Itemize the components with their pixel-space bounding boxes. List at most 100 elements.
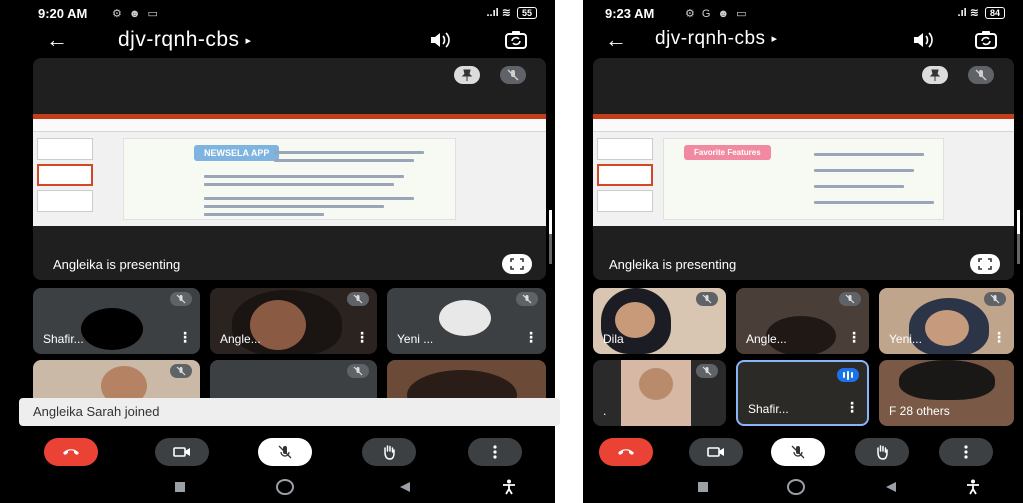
presentation-stage[interactable]: NEWSELA APP Angleika is presenting xyxy=(33,58,546,280)
slide-thumbnail xyxy=(37,190,93,212)
shared-slide: NEWSELA APP xyxy=(33,114,546,226)
participant-name: Angle... xyxy=(220,332,261,346)
ribbon-titlebar xyxy=(33,114,546,119)
scrollbar-thumb[interactable] xyxy=(549,210,552,234)
call-controls xyxy=(583,436,1023,468)
camera-icon[interactable] xyxy=(689,438,743,466)
slide-thumbnails xyxy=(597,138,657,222)
phone-screen-left: 9:20 AM ⚙ ☻ ▭ ..ıl ≋ 55 ← djv-rqnh-cbs ▸ xyxy=(0,0,555,503)
status-time: 9:20 AM xyxy=(38,6,88,21)
slide-canvas: Favorite Features xyxy=(663,138,944,220)
accessibility-icon[interactable] xyxy=(502,479,516,495)
raise-hand-icon[interactable] xyxy=(362,438,416,466)
slide-thumbnail xyxy=(597,138,653,160)
speaker-icon[interactable] xyxy=(911,30,935,50)
mic-off-icon xyxy=(347,364,369,378)
mic-off-icon[interactable] xyxy=(771,438,825,466)
image-divider xyxy=(555,0,583,503)
mic-off-icon xyxy=(984,292,1006,306)
home-icon[interactable] xyxy=(276,479,294,495)
slide-text-line xyxy=(204,213,324,216)
mic-off-icon xyxy=(696,364,718,378)
slide-title: NEWSELA APP xyxy=(194,145,280,161)
more-icon[interactable] xyxy=(468,438,522,466)
participant-name: Shafir... xyxy=(43,332,84,346)
slide-title: Favorite Features xyxy=(684,145,771,160)
slide-thumbnail-selected xyxy=(37,164,93,186)
raise-hand-icon[interactable] xyxy=(855,438,909,466)
slide-text-line xyxy=(814,153,924,156)
meeting-code-text: djv-rqnh-cbs xyxy=(118,28,240,51)
slide-text-line xyxy=(204,205,384,208)
menu-dots-icon[interactable]: ⋮ xyxy=(847,330,861,344)
slide-thumbnails xyxy=(37,138,97,222)
home-icon[interactable] xyxy=(787,479,805,495)
participant-tile[interactable]: Angle... ⋮ xyxy=(736,288,869,354)
mic-off-icon xyxy=(170,292,192,306)
phone-screen-right: 9:23 AM ⚙ G ☻ ▭ .ıl ≋ 84 ← djv-rqnh-cbs ▸ xyxy=(583,0,1023,503)
recents-icon[interactable] xyxy=(697,481,709,493)
notification-icons: ⚙ G ☻ ▭ xyxy=(685,8,749,20)
signal-icon: ..ıl ≋ xyxy=(486,7,511,19)
back-arrow-icon[interactable]: ← xyxy=(605,28,627,52)
mic-off-icon xyxy=(170,364,192,378)
mic-off-icon xyxy=(500,66,526,84)
camera-switch-icon[interactable] xyxy=(503,28,529,52)
avatar xyxy=(81,308,143,350)
speaker-icon[interactable] xyxy=(428,30,452,50)
recents-icon[interactable] xyxy=(174,481,186,493)
speaking-indicator-icon xyxy=(837,368,859,382)
back-icon[interactable] xyxy=(399,481,411,493)
participant-tile[interactable]: . xyxy=(593,360,726,426)
menu-dots-icon[interactable]: ⋮ xyxy=(178,330,192,344)
participant-tile[interactable]: Yeni ... ⋮ xyxy=(387,288,546,354)
more-icon[interactable] xyxy=(939,438,993,466)
slide-text-line xyxy=(274,151,424,154)
participant-name: Yeni ... xyxy=(397,332,434,346)
scrollbar-thumb[interactable] xyxy=(1017,210,1020,234)
meeting-top-bar: ← djv-rqnh-cbs ▸ xyxy=(0,26,555,56)
slide-text-line xyxy=(814,201,934,204)
camera-switch-icon[interactable] xyxy=(973,28,999,52)
mic-off-icon xyxy=(516,292,538,306)
participant-tile-speaking[interactable]: Shafir... ⋮ xyxy=(736,360,869,426)
mic-off-icon xyxy=(968,66,994,84)
participant-tile[interactable]: Shafir... ⋮ xyxy=(33,288,200,354)
accessibility-icon[interactable] xyxy=(966,479,980,495)
pin-icon[interactable] xyxy=(922,66,948,84)
slide-canvas: NEWSELA APP xyxy=(123,138,456,220)
slide-thumbnail xyxy=(37,138,93,160)
participant-tile[interactable]: Yeni... ⋮ xyxy=(879,288,1014,354)
video-face xyxy=(639,368,673,400)
camera-icon[interactable] xyxy=(155,438,209,466)
caret-right-icon: ▸ xyxy=(771,33,778,46)
end-call-icon[interactable] xyxy=(599,438,653,466)
menu-dots-icon[interactable]: ⋮ xyxy=(845,400,859,414)
meeting-code-text: djv-rqnh-cbs xyxy=(655,28,766,49)
fullscreen-icon[interactable] xyxy=(970,254,1000,274)
fullscreen-icon[interactable] xyxy=(502,254,532,274)
ribbon-titlebar xyxy=(593,114,1014,119)
meeting-code[interactable]: djv-rqnh-cbs ▸ xyxy=(118,28,252,52)
avatar xyxy=(439,300,491,336)
others-count: F 28 others xyxy=(889,404,950,418)
pin-icon[interactable] xyxy=(454,66,480,84)
mic-off-icon xyxy=(839,292,861,306)
meeting-code[interactable]: djv-rqnh-cbs ▸ xyxy=(655,28,778,50)
participant-name: Shafir... xyxy=(748,402,789,416)
participant-tile[interactable]: Dila xyxy=(593,288,726,354)
back-arrow-icon[interactable]: ← xyxy=(46,28,68,52)
notification-icons: ⚙ ☻ ▭ xyxy=(112,8,160,20)
back-icon[interactable] xyxy=(885,481,897,493)
participant-tile-others[interactable]: F 28 others xyxy=(879,360,1014,426)
menu-dots-icon[interactable]: ⋮ xyxy=(524,330,538,344)
participant-name: Yeni... xyxy=(889,332,922,346)
menu-dots-icon[interactable]: ⋮ xyxy=(355,330,369,344)
participant-tile[interactable]: Angle... ⋮ xyxy=(210,288,377,354)
mic-off-icon[interactable] xyxy=(258,438,312,466)
menu-dots-icon[interactable]: ⋮ xyxy=(992,330,1006,344)
status-time: 9:23 AM xyxy=(605,6,655,21)
presentation-stage[interactable]: Favorite Features Angleika is presenting xyxy=(593,58,1014,280)
status-bar: 9:23 AM ⚙ G ☻ ▭ .ıl ≋ 84 xyxy=(583,0,1023,26)
end-call-icon[interactable] xyxy=(44,438,98,466)
